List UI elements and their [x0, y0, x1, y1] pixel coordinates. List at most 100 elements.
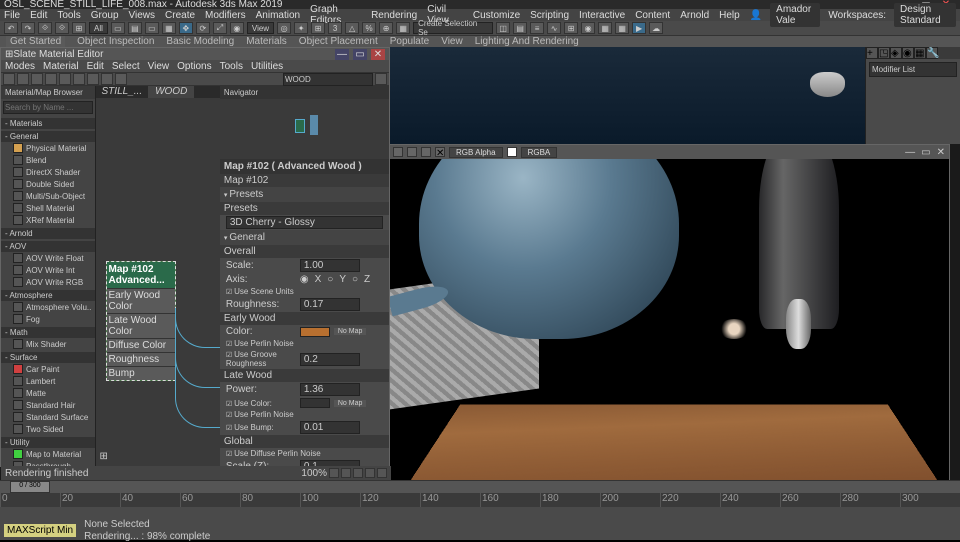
- sme-show-icon[interactable]: [87, 73, 99, 85]
- time-ruler[interactable]: 0 20 40 60 80 100 120 140 160 180 200 22…: [0, 493, 960, 507]
- node-out-rough[interactable]: Roughness: [107, 352, 175, 366]
- groove-val[interactable]: 0.2: [300, 353, 360, 366]
- item-multisub[interactable]: Multi/Sub-Object: [1, 190, 95, 202]
- early-color-swatch[interactable]: [300, 327, 330, 337]
- bump-val[interactable]: 0.01: [300, 421, 360, 434]
- menu-rendering[interactable]: Rendering: [371, 10, 417, 21]
- cat-materials[interactable]: - Materials: [1, 118, 95, 129]
- menu-group[interactable]: Group: [91, 10, 119, 21]
- sme-preview-icon[interactable]: [101, 73, 113, 85]
- modify-tab[interactable]: ◳: [878, 47, 890, 59]
- sme-tools[interactable]: Tools: [220, 61, 243, 72]
- bind-btn[interactable]: ⊞: [72, 22, 86, 34]
- late-nomap[interactable]: No Map: [334, 400, 367, 407]
- browser-search[interactable]: [3, 101, 93, 114]
- cat-atmos[interactable]: - Atmosphere: [1, 290, 95, 301]
- rfb-close[interactable]: ✕: [937, 147, 945, 158]
- menu-interactive[interactable]: Interactive: [579, 10, 625, 21]
- manip-btn[interactable]: ✦: [294, 22, 308, 34]
- item-physmat[interactable]: Physical Material: [1, 142, 95, 154]
- wood-node[interactable]: Map #102Advanced... Early Wood Color Lat…: [106, 261, 176, 381]
- bump-chk[interactable]: Use Bump:: [226, 423, 296, 432]
- menu-arnold[interactable]: Arnold: [680, 10, 709, 21]
- groove-chk[interactable]: Use Groove Roughness: [226, 350, 296, 368]
- node-out-late[interactable]: Late Wood Color: [107, 313, 175, 338]
- sme-close[interactable]: ✕: [371, 49, 385, 60]
- item-mixshader[interactable]: Mix Shader: [1, 338, 95, 350]
- perlin-chk[interactable]: Use Perlin Noise: [220, 338, 389, 349]
- sme-options[interactable]: Options: [177, 61, 211, 72]
- cat-arnold[interactable]: - Arnold: [1, 228, 95, 239]
- sme-nav5-icon[interactable]: [377, 468, 387, 478]
- sme-selectby-icon[interactable]: [115, 73, 127, 85]
- render-setup-btn[interactable]: ▦: [598, 22, 612, 34]
- menu-scripting[interactable]: Scripting: [530, 10, 569, 21]
- redo-btn[interactable]: ↷: [21, 22, 35, 34]
- node-out-early[interactable]: Early Wood Color: [107, 288, 175, 313]
- menu-content[interactable]: Content: [635, 10, 670, 21]
- sme-edit[interactable]: Edit: [87, 61, 104, 72]
- sme-search-input[interactable]: [283, 73, 373, 86]
- sme-nav4-icon[interactable]: [365, 468, 375, 478]
- item-blend[interactable]: Blend: [1, 154, 95, 166]
- place-btn[interactable]: ◉: [230, 22, 244, 34]
- menu-tools[interactable]: Tools: [57, 10, 80, 21]
- rfb-save-btn[interactable]: [393, 147, 403, 157]
- ribbon-getstarted[interactable]: Get Started: [6, 36, 65, 47]
- rfb-rgba-drop[interactable]: RGBA: [521, 147, 558, 158]
- item-xrefmat[interactable]: XRef Material: [1, 214, 95, 226]
- item-atmosvol[interactable]: Atmosphere Volu..: [1, 301, 95, 313]
- early-nomap[interactable]: No Map: [334, 328, 367, 335]
- item-twosided[interactable]: Two Sided: [1, 423, 95, 435]
- tab-still[interactable]: STILL_...: [96, 86, 150, 98]
- motion-tab[interactable]: ◉: [902, 47, 914, 59]
- item-maptomat[interactable]: Map to Material: [1, 448, 95, 460]
- sme-titlebar[interactable]: ⊞ Slate Material Editor — ▭ ✕: [1, 48, 389, 60]
- menu-views[interactable]: Views: [129, 10, 156, 21]
- scale-btn[interactable]: ⤢: [213, 22, 227, 34]
- layers-btn[interactable]: ≡: [530, 22, 544, 34]
- node-graph[interactable]: STILL_... WOOD Map #102Advanced... Early…: [96, 86, 220, 466]
- workspace-dropdown[interactable]: Design Standard: [894, 3, 956, 27]
- preset-drop[interactable]: 3D Cherry - Glossy: [226, 216, 383, 229]
- menu-edit[interactable]: Edit: [30, 10, 47, 21]
- angle-snap-btn[interactable]: △: [345, 22, 359, 34]
- use-scene-chk[interactable]: Use Scene Units: [220, 286, 389, 297]
- undo-btn[interactable]: ↶: [4, 22, 18, 34]
- viewport[interactable]: + ◳ ◈ ◉ ▦ 🔧 Modifier List: [390, 47, 960, 144]
- cat-math[interactable]: - Math: [1, 327, 95, 338]
- rough-val[interactable]: 0.17: [300, 298, 360, 311]
- display-tab[interactable]: ▦: [914, 47, 926, 59]
- late-perlin-chk[interactable]: Use Perlin Noise: [220, 409, 389, 420]
- unlink-btn[interactable]: ⟐: [55, 22, 69, 34]
- select-name-btn[interactable]: ▤: [128, 22, 142, 34]
- rfb-channel-drop[interactable]: RGB Alpha: [449, 147, 503, 158]
- refcoord-dropdown[interactable]: View: [247, 22, 274, 34]
- item-aovfloat[interactable]: AOV Write Float: [1, 252, 95, 264]
- util-tab[interactable]: 🔧: [926, 47, 938, 59]
- modifier-list[interactable]: Modifier List: [869, 62, 957, 77]
- item-carpaint[interactable]: Car Paint: [1, 363, 95, 375]
- ribbon-lighting[interactable]: Lighting And Rendering: [475, 36, 579, 47]
- schem-btn[interactable]: ⊞: [564, 22, 578, 34]
- rfb-x-btn[interactable]: ✕: [435, 147, 445, 157]
- cat-aov[interactable]: - AOV: [1, 241, 95, 252]
- late-color-swatch[interactable]: [300, 398, 330, 408]
- node-out-bump[interactable]: Bump: [107, 366, 175, 380]
- sme-hide-icon[interactable]: [73, 73, 85, 85]
- scale-val[interactable]: 1.00: [300, 259, 360, 272]
- ribbon-populate[interactable]: Populate: [390, 36, 429, 47]
- curve-ed-btn[interactable]: ∿: [547, 22, 561, 34]
- move-btn[interactable]: ✥: [179, 22, 193, 34]
- hier-tab[interactable]: ◈: [890, 47, 902, 59]
- sme-utilities[interactable]: Utilities: [251, 61, 283, 72]
- sme-del-icon[interactable]: [31, 73, 43, 85]
- param-name[interactable]: Map #102: [220, 174, 389, 187]
- tab-wood[interactable]: WOOD: [149, 86, 194, 98]
- item-lambert[interactable]: Lambert: [1, 375, 95, 387]
- rfb-min[interactable]: —: [905, 147, 915, 158]
- item-fog[interactable]: Fog: [1, 313, 95, 325]
- select-btn[interactable]: ▭: [111, 22, 125, 34]
- ribbon-basicmodel[interactable]: Basic Modeling: [166, 36, 234, 47]
- spin-snap-btn[interactable]: ⊕: [379, 22, 393, 34]
